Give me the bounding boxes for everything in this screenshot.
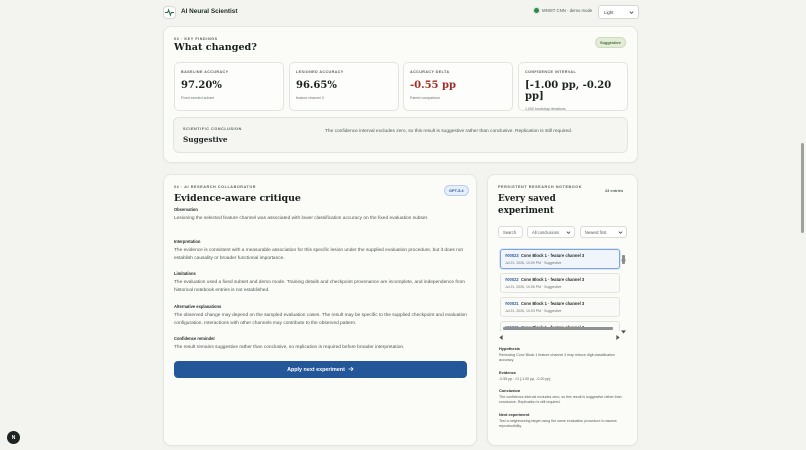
metric-value: [-1.00 pp, -0.20 pp] <box>525 80 612 102</box>
notebook-title-line1: Every saved <box>498 194 556 204</box>
list-scrollbar-thumb[interactable] <box>622 255 625 264</box>
entry-meta: Jul 21, 2026, 10:03 PM · Suggestive <box>505 309 562 313</box>
metric-sub: 1,000 bootstrap iterations <box>525 107 566 111</box>
theme-value: Light <box>604 10 614 15</box>
entry-count: 23 entries <box>605 188 624 193</box>
entry-id: #00023 <box>505 253 519 258</box>
metric-lesioned: LESIONED ACCURACY 96.65% feature channel… <box>289 62 399 111</box>
notebook-entry[interactable]: #00021 Conv Block 1 · feature channel 3 … <box>500 297 620 317</box>
section-body: The observed change may depend on the sa… <box>174 313 467 326</box>
metric-label: LESIONED ACCURACY <box>296 70 344 74</box>
detail-body: The confidence interval excludes zero, s… <box>499 395 622 405</box>
notebook-entry[interactable]: #00022 Conv Block 1 · feature channel 3 … <box>500 273 620 293</box>
detail-body: -0.55 pp · CI [-1.00 pp, -0.20 pp] <box>499 377 551 381</box>
sort-value: Newest first <box>585 230 607 235</box>
metric-sub: Fixed seeded subset <box>181 96 215 100</box>
detail-body: Test a neighbouring target using the sam… <box>499 419 617 429</box>
scroll-down-icon[interactable] <box>621 321 626 339</box>
detail-title: Hypothesis <box>499 346 520 351</box>
status-text: MNIST CNN · demo mode <box>542 8 593 13</box>
floating-action-button[interactable]: N <box>7 431 20 444</box>
chevron-down-icon <box>618 230 623 236</box>
detail-next-experiment: Next experiment Test a neighbouring targ… <box>499 412 629 430</box>
apply-button-label: Apply next experiment <box>287 366 345 373</box>
critique-interpretation: Interpretation The evidence is consisten… <box>174 239 470 262</box>
detail-title: Conclusion <box>499 388 521 393</box>
metric-value: -0.55 pp <box>410 80 456 91</box>
pulse-logo-icon <box>163 6 176 19</box>
section-body: Lesioning the selected feature channel w… <box>174 216 429 221</box>
page-scrollbar-thumb[interactable] <box>801 143 804 233</box>
model-badge: GPT-5.4 <box>444 185 469 196</box>
metric-baseline: BASELINE ACCURACY 97.20% Fixed seeded su… <box>174 62 284 111</box>
critique-eyebrow: 04 · AI RESEARCH COLLABORATOR <box>174 185 257 189</box>
entry-name: Conv Block 1 · feature channel 3 <box>520 253 585 258</box>
chevron-down-icon <box>566 230 571 236</box>
detail-conclusion: Conclusion The confidence interval exclu… <box>499 388 629 406</box>
findings-status-badge: Suggestive <box>595 37 626 48</box>
metric-value: 97.20% <box>181 80 222 91</box>
section-title: Confidence reminder <box>174 336 215 341</box>
model-status: MNIST CNN · demo mode <box>534 8 592 13</box>
notebook-search-input[interactable]: Search <box>498 226 523 238</box>
app-title: AI Neural Scientist <box>181 8 238 15</box>
section-title: Limitations <box>174 271 196 276</box>
entry-id: #00022 <box>505 277 519 282</box>
section-title: Observation <box>174 207 198 212</box>
critique-observation: Observation Lesioning the selected featu… <box>174 207 470 223</box>
metric-label: ACCURACY DELTA <box>410 70 450 74</box>
notebook-entry-list[interactable]: #00023 Conv Block 1 · feature channel 3 … <box>498 247 627 331</box>
critique-confidence: Confidence reminder The result remains s… <box>174 336 470 352</box>
section-body: The evidence is consistent with a measur… <box>174 248 463 261</box>
notebook-entry[interactable]: #00023 Conv Block 1 · feature channel 3 … <box>500 249 620 269</box>
critique-title: Evidence-aware critique <box>174 193 301 204</box>
findings-eyebrow: 03 · KEY FINDINGS <box>174 37 218 41</box>
section-body: The result remains suggestive rather tha… <box>174 345 405 350</box>
arrow-right-icon <box>348 366 354 374</box>
entry-meta: Jul 21, 2026, 10:09 PM · Suggestive <box>505 261 562 265</box>
status-dot-icon <box>534 8 539 13</box>
entry-meta: Jul 21, 2026, 10:06 PM · Suggestive <box>505 285 562 289</box>
metric-delta: ACCURACY DELTA -0.55 pp Paired compariso… <box>403 62 513 111</box>
entry-name: Conv Block 1 · feature channel 3 <box>520 301 585 306</box>
metric-label: BASELINE ACCURACY <box>181 70 229 74</box>
notebook-eyebrow: PERSISTENT RESEARCH NOTEBOOK <box>498 185 583 189</box>
metric-value: 96.65% <box>296 80 337 91</box>
metric-sub: Paired comparison <box>410 96 440 100</box>
entry-id: #00021 <box>505 301 519 306</box>
metric-confidence-interval: CONFIDENCE INTERVAL [-1.00 pp, -0.20 pp]… <box>518 62 628 111</box>
critique-limitations: Limitations The evaluation used a fixed … <box>174 271 470 294</box>
findings-title: What changed? <box>174 42 257 53</box>
apply-next-experiment-button[interactable]: Apply next experiment <box>174 361 467 378</box>
detail-title: Next experiment <box>499 412 530 417</box>
filter-value: All conclusions <box>532 230 560 235</box>
chevron-down-icon <box>629 10 634 16</box>
scientific-conclusion: SCIENTIFIC CONCLUSION Suggestive The con… <box>173 117 628 153</box>
scroll-right-icon[interactable] <box>616 327 620 345</box>
critique-alternatives: Alternative explanations The observed ch… <box>174 304 470 327</box>
conclusion-text: The confidence interval excludes zero, s… <box>325 129 573 134</box>
sort-select[interactable]: Newest first <box>580 226 627 238</box>
notebook-title-line2: experiment <box>498 206 554 216</box>
list-horizontal-scrollbar[interactable] <box>503 327 613 330</box>
entry-name: Conv Block 1 · feature channel 3 <box>520 277 585 282</box>
section-title: Alternative explanations <box>174 304 222 309</box>
theme-select[interactable]: Light <box>598 5 639 19</box>
app-header: AI Neural Scientist MNIST CNN · demo mod… <box>0 0 800 26</box>
section-body: The evaluation used a fixed subset and d… <box>174 280 465 293</box>
metric-sub: feature channel 3 <box>296 96 324 100</box>
section-title: Interpretation <box>174 239 201 244</box>
detail-evidence: Evidence -0.55 pp · CI [-1.00 pp, -0.20 … <box>499 370 629 382</box>
conclusion-word: Suggestive <box>183 135 228 144</box>
detail-title: Evidence <box>499 370 517 375</box>
detail-hypothesis: Hypothesis Removing Conv Block 1 feature… <box>499 346 629 364</box>
metric-label: CONFIDENCE INTERVAL <box>525 70 577 74</box>
detail-body: Removing Conv Block 1 feature channel 3 … <box>499 353 615 363</box>
conclusion-filter-select[interactable]: All conclusions <box>527 226 575 238</box>
search-placeholder: Search <box>503 230 516 235</box>
